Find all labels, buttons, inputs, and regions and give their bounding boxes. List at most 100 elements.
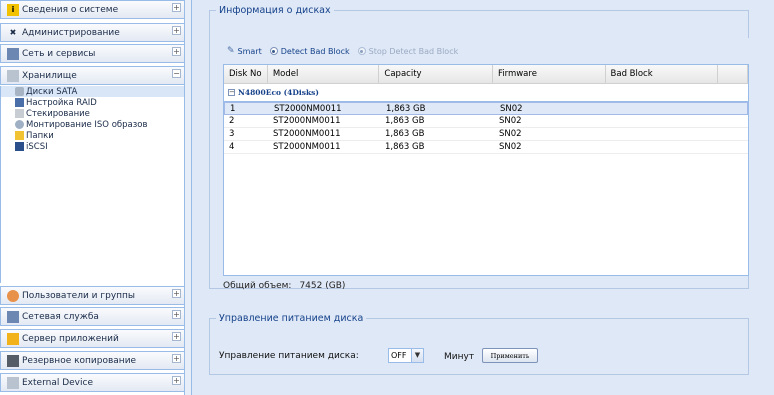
storage-icon <box>7 69 19 82</box>
cell-disk-no: 3 <box>229 129 235 139</box>
column-header-empty <box>718 65 748 83</box>
tools-icon: ✖ <box>9 28 17 37</box>
sidebar-section-label: Сетевая служба <box>22 311 99 322</box>
sidebar-item-stacking[interactable]: Стекирование <box>1 108 184 119</box>
collapse-group-icon[interactable]: − <box>228 89 235 96</box>
sidebar-item-label: Папки <box>26 130 54 141</box>
stop-detect-button[interactable]: Stop Detect Bad Block <box>357 46 459 56</box>
minutes-label: Минут <box>444 352 475 362</box>
folder-icon <box>15 131 24 140</box>
sidebar-section-label: Пользователи и группы <box>22 290 136 301</box>
cell-firmware: SN02 <box>500 103 523 114</box>
cell-model: ST2000NM0011 <box>273 129 341 139</box>
smart-button[interactable]: ✎ Smart <box>227 46 262 56</box>
stack-icon <box>15 109 24 118</box>
sidebar-section-label: Хранилище <box>22 70 77 81</box>
expand-icon[interactable]: + <box>172 289 181 298</box>
cell-bad-block <box>608 103 721 114</box>
cell-bad-block <box>607 115 720 127</box>
external-device-icon <box>7 376 19 389</box>
table-row[interactable]: 1 ST2000NM0011 1,863 GB SN02 <box>224 102 748 115</box>
detect-radio-icon <box>269 47 278 55</box>
sidebar-section-label: Резервное копирование <box>22 355 137 366</box>
table-row[interactable]: 2 ST2000NM0011 1,863 GB SN02 <box>224 115 748 128</box>
total-label: Общий объем: <box>223 281 292 291</box>
sidebar-section-app-server[interactable]: Сервер приложений + <box>0 329 185 348</box>
cell-disk-no: 4 <box>229 142 235 152</box>
sidebar-item-label: iSCSI <box>26 141 48 152</box>
network-service-icon <box>7 310 19 323</box>
sidebar-section-storage[interactable]: Хранилище − <box>0 66 185 85</box>
backup-icon <box>7 354 19 367</box>
expand-icon[interactable]: + <box>172 26 181 35</box>
cell-model: ST2000NM0011 <box>273 116 341 126</box>
detect-label: Detect Bad Block <box>280 46 350 56</box>
sidebar-section-label: External Device <box>22 377 93 388</box>
sidebar-item-label: Стекирование <box>26 108 90 119</box>
expand-icon[interactable]: + <box>172 376 181 385</box>
sidebar-item-raid[interactable]: Настройка RAID <box>1 97 184 108</box>
expand-icon[interactable]: + <box>172 354 181 363</box>
info-icon: i <box>7 3 19 16</box>
power-management-title: Управление питанием диска <box>219 313 364 324</box>
cell-disk-no: 2 <box>229 116 235 126</box>
power-select-value: OFF <box>391 351 407 360</box>
main-panel: Информация о дисках ✎ Smart Detect Bad B… <box>191 0 774 395</box>
column-header-firmware[interactable]: Firmware <box>493 65 606 83</box>
cell-capacity: 1,863 GB <box>385 142 425 152</box>
app-server-icon <box>7 332 19 345</box>
sidebar-section-label: Сведения о системе <box>22 4 119 15</box>
cell-model: ST2000NM0011 <box>273 142 341 152</box>
table-row[interactable]: 4 ST2000NM0011 1,863 GB SN02 <box>224 141 748 154</box>
cell-firmware: SN02 <box>499 116 522 126</box>
disk-grid: Disk No Model Capacity Firmware Bad Bloc… <box>223 64 749 276</box>
detect-bad-block-button[interactable]: Detect Bad Block <box>269 46 350 56</box>
total-value: 7452 (GB) <box>299 281 346 291</box>
users-icon <box>7 289 19 302</box>
disk-toolbar: ✎ Smart Detect Bad Block Stop Detect Bad… <box>223 38 749 64</box>
column-header-model[interactable]: Model <box>268 65 380 83</box>
smart-icon: ✎ <box>227 46 235 56</box>
sidebar-item-iso-mount[interactable]: Монтирование ISO образов <box>1 119 184 130</box>
storage-menu: Диски SATA Настройка RAID Стекирование М… <box>0 86 185 283</box>
collapse-icon[interactable]: − <box>172 69 181 78</box>
cell-bad-block <box>607 128 720 140</box>
disk-info-title: Информация о дисках <box>219 5 331 16</box>
apply-button[interactable]: Применить <box>482 348 538 363</box>
sidebar-item-sata-disks[interactable]: Диски SATA <box>1 86 184 97</box>
sidebar-section-backup[interactable]: Резервное копирование + <box>0 351 185 370</box>
cell-disk-no: 1 <box>230 103 236 114</box>
column-header-capacity[interactable]: Capacity <box>379 65 493 83</box>
network-icon <box>7 47 19 60</box>
expand-icon[interactable]: + <box>172 3 181 12</box>
cell-capacity: 1,863 GB <box>386 103 426 114</box>
expand-icon[interactable]: + <box>172 332 181 341</box>
column-header-bad-block[interactable]: Bad Block <box>606 65 719 83</box>
sidebar-item-label: Настройка RAID <box>26 97 97 108</box>
table-row[interactable]: 3 ST2000NM0011 1,863 GB SN02 <box>224 128 748 141</box>
group-header[interactable]: − N4800Eco (4Disks) <box>224 84 748 102</box>
group-label: N4800Eco (4Disks) <box>238 88 319 97</box>
sidebar-section-users[interactable]: Пользователи и группы + <box>0 286 185 305</box>
sidebar-section-administration[interactable]: ✖ Администрирование + <box>0 23 185 42</box>
iscsi-icon <box>15 142 24 151</box>
cell-capacity: 1,863 GB <box>385 129 425 139</box>
smart-label: Smart <box>237 46 262 56</box>
disk-info-fieldset: Информация о дисках ✎ Smart Detect Bad B… <box>209 5 749 291</box>
sidebar-section-system-info[interactable]: i Сведения о системе + <box>0 0 185 19</box>
stop-label: Stop Detect Bad Block <box>368 46 459 56</box>
sidebar-item-iscsi[interactable]: iSCSI <box>1 141 184 152</box>
sidebar-section-network[interactable]: Сеть и сервисы + <box>0 44 185 63</box>
power-select[interactable]: OFF ▼ <box>388 348 424 363</box>
chevron-down-icon[interactable]: ▼ <box>411 349 423 362</box>
expand-icon[interactable]: + <box>172 310 181 319</box>
sidebar-section-network-service[interactable]: Сетевая служба + <box>0 307 185 326</box>
sidebar-item-label: Монтирование ISO образов <box>26 119 148 130</box>
cell-capacity: 1,863 GB <box>385 116 425 126</box>
sidebar-item-folders[interactable]: Папки <box>1 130 184 141</box>
expand-icon[interactable]: + <box>172 47 181 56</box>
disk-icon <box>15 87 24 96</box>
sidebar-section-label: Администрирование <box>22 27 120 38</box>
sidebar-section-external-device[interactable]: External Device + <box>0 373 185 392</box>
column-header-disk-no[interactable]: Disk No <box>224 65 268 83</box>
